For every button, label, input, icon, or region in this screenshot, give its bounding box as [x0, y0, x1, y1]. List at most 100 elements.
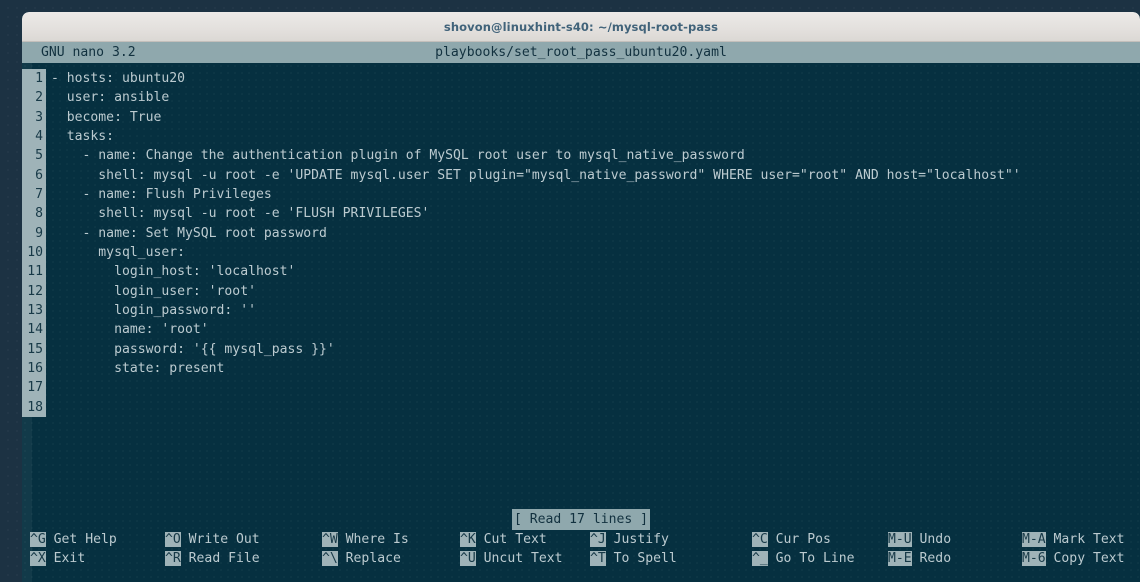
- shortcut-justify[interactable]: ^J Justify: [590, 530, 669, 549]
- shortcut-row-1: ^G Get Help ^O Write Out ^W Where Is ^K Cut…: [22, 530, 1140, 549]
- shortcut-get-help[interactable]: ^G Get Help: [30, 530, 117, 549]
- shortcut-key: ^_: [752, 551, 768, 567]
- editor-line[interactable]: 8 shell: mysql -u root -e 'FLUSH PRIVILE…: [22, 204, 1140, 224]
- shortcut-key: M-E: [888, 551, 912, 567]
- editor-line[interactable]: 4 tasks:: [22, 126, 1140, 147]
- line-number: 15: [22, 339, 46, 359]
- shortcut-write-out[interactable]: ^O Write Out: [165, 530, 260, 549]
- window-titlebar[interactable]: shovon@linuxhint-s40: ~/mysql-root-pass: [22, 12, 1140, 42]
- shortcut-key: M-A: [1022, 532, 1046, 547]
- shortcut-redo[interactable]: M-E Redo: [888, 549, 951, 568]
- line-text: password: '{{ mysql_pass }}': [51, 341, 335, 357]
- line-number: 14: [22, 320, 46, 340]
- editor-line[interactable]: 6 shell: mysql -u root -e 'UPDATE mysql.…: [22, 165, 1140, 185]
- shortcut-key: ^W: [322, 532, 338, 547]
- editor-line[interactable]: 14 name: 'root': [22, 320, 1140, 340]
- editor-line[interactable]: 18: [22, 397, 1140, 417]
- shortcut-key: ^R: [165, 551, 181, 567]
- line-number: 7: [22, 184, 46, 205]
- line-number: 12: [22, 281, 46, 301]
- shortcut-key: ^K: [460, 532, 476, 547]
- shortcut-label: Cur Pos: [767, 532, 831, 547]
- line-text: - name: Change the authentication plugin…: [51, 148, 745, 164]
- shortcut-to-spell[interactable]: ^T To Spell: [590, 549, 677, 568]
- line-number: 10: [22, 242, 46, 263]
- line-number: 5: [22, 146, 46, 166]
- shortcut-label: Redo: [911, 551, 952, 567]
- editor-line[interactable]: 13 login_password: '': [22, 300, 1140, 321]
- shortcut-key: ^T: [590, 551, 606, 567]
- line-text: - name: Set MySQL root password: [51, 225, 327, 241]
- shortcut-key: ^G: [30, 532, 46, 547]
- line-number: 3: [22, 107, 46, 127]
- terminal-screen[interactable]: GNU nano 3.2 playbooks/set_root_pass_ubu…: [22, 42, 1140, 582]
- shortcut-exit[interactable]: ^X Exit: [30, 549, 85, 568]
- shortcut-label: Go To Line: [767, 551, 855, 567]
- editor-line[interactable]: 17: [22, 378, 1140, 398]
- shortcut-cur-pos[interactable]: ^C Cur Pos: [752, 530, 831, 549]
- line-text: - name: Flush Privileges: [51, 186, 272, 202]
- shortcut-mark-text[interactable]: M-A Mark Text: [1022, 530, 1125, 549]
- shortcut-key: ^O: [165, 532, 181, 547]
- editor-line[interactable]: 9 - name: Set MySQL root password: [22, 223, 1140, 243]
- editor-line[interactable]: 16 state: present: [22, 358, 1140, 379]
- line-number: 13: [22, 300, 46, 321]
- shortcut-label: Uncut Text: [475, 551, 563, 567]
- editor-line[interactable]: 3 become: True: [22, 107, 1140, 127]
- editor-line[interactable]: 1 - hosts: ubuntu20: [22, 69, 1140, 89]
- line-number: 11: [22, 262, 46, 282]
- nano-editor-area[interactable]: 1- hosts: ubuntu20 2 user: ansible 3 becom…: [22, 63, 1140, 509]
- editor-line[interactable]: 2 user: ansible: [22, 88, 1140, 108]
- line-text: login_host: 'localhost': [51, 264, 296, 280]
- line-number: 6: [22, 165, 46, 185]
- line-number: 4: [22, 126, 46, 147]
- editor-line[interactable]: 10 mysql_user:: [22, 242, 1140, 263]
- editor-line[interactable]: 7 - name: Flush Privileges: [22, 184, 1140, 205]
- shortcut-cut-text[interactable]: ^K Cut Text: [460, 530, 547, 549]
- shortcut-label: Cut Text: [475, 532, 547, 547]
- line-text: state: present: [51, 360, 225, 376]
- line-text: name: 'root': [51, 322, 209, 338]
- editor-line[interactable]: 11 login_host: 'localhost': [22, 262, 1140, 282]
- shortcut-uncut-text[interactable]: ^U Uncut Text: [460, 549, 563, 568]
- shortcut-key: ^J: [590, 532, 606, 547]
- shortcut-label: Read File: [180, 551, 260, 567]
- line-number: 9: [22, 223, 46, 243]
- shortcut-row-2: ^X Exit ^R Read File ^\ Replace ^U Uncut Te…: [22, 549, 1140, 568]
- line-text: become: True: [51, 109, 162, 125]
- line-number: 1: [22, 69, 46, 89]
- line-text: mysql_user:: [51, 244, 186, 260]
- nano-filename-label: playbooks/set_root_pass_ubuntu20.yaml: [435, 45, 727, 60]
- line-text: shell: mysql -u root -e 'FLUSH PRIVILEGE…: [51, 206, 430, 222]
- shortcut-read-file[interactable]: ^R Read File: [165, 549, 260, 568]
- shortcut-copy-text[interactable]: M-6 Copy Text: [1022, 549, 1125, 568]
- editor-line[interactable]: 12 login_user: 'root': [22, 281, 1140, 301]
- shortcut-where-is[interactable]: ^W Where Is: [322, 530, 409, 549]
- shortcut-key: ^C: [752, 532, 768, 547]
- shortcut-key: ^X: [30, 551, 46, 567]
- window-title: shovon@linuxhint-s40: ~/mysql-root-pass: [443, 19, 719, 34]
- shortcut-label: Exit: [45, 551, 86, 567]
- editor-line[interactable]: 15 password: '{{ mysql_pass }}': [22, 339, 1140, 359]
- shortcut-undo[interactable]: M-U Undo: [888, 530, 951, 549]
- line-number: 18: [22, 397, 46, 417]
- line-text: login_user: 'root': [51, 283, 256, 299]
- shortcut-label: Write Out: [180, 532, 260, 547]
- shortcut-label: Mark Text: [1045, 532, 1125, 547]
- shortcut-replace[interactable]: ^\ Replace: [322, 549, 401, 568]
- shortcut-label: Justify: [605, 532, 669, 547]
- line-text: user: ansible: [51, 90, 170, 106]
- shortcut-label: To Spell: [605, 551, 677, 567]
- line-number: 2: [22, 88, 46, 108]
- editor-line[interactable]: 5 - name: Change the authentication plug…: [22, 146, 1140, 166]
- status-message: [ Read 17 lines ]: [511, 509, 650, 530]
- line-text: shell: mysql -u root -e 'UPDATE mysql.us…: [51, 167, 1021, 183]
- nano-shortcut-bar: ^G Get Help ^O Write Out ^W Where Is ^K Cut…: [22, 530, 1140, 572]
- nano-status-line: [ Read 17 lines ]: [22, 509, 1140, 530]
- nano-title-bar: GNU nano 3.2 playbooks/set_root_pass_ubu…: [22, 42, 1140, 63]
- desktop-background: shovon@linuxhint-s40: ~/mysql-root-pass …: [0, 0, 1140, 582]
- line-number: 8: [22, 204, 46, 224]
- line-text: [51, 398, 1140, 417]
- shortcut-go-to-line[interactable]: ^_ Go To Line: [752, 549, 855, 568]
- terminal-window: shovon@linuxhint-s40: ~/mysql-root-pass …: [22, 12, 1140, 582]
